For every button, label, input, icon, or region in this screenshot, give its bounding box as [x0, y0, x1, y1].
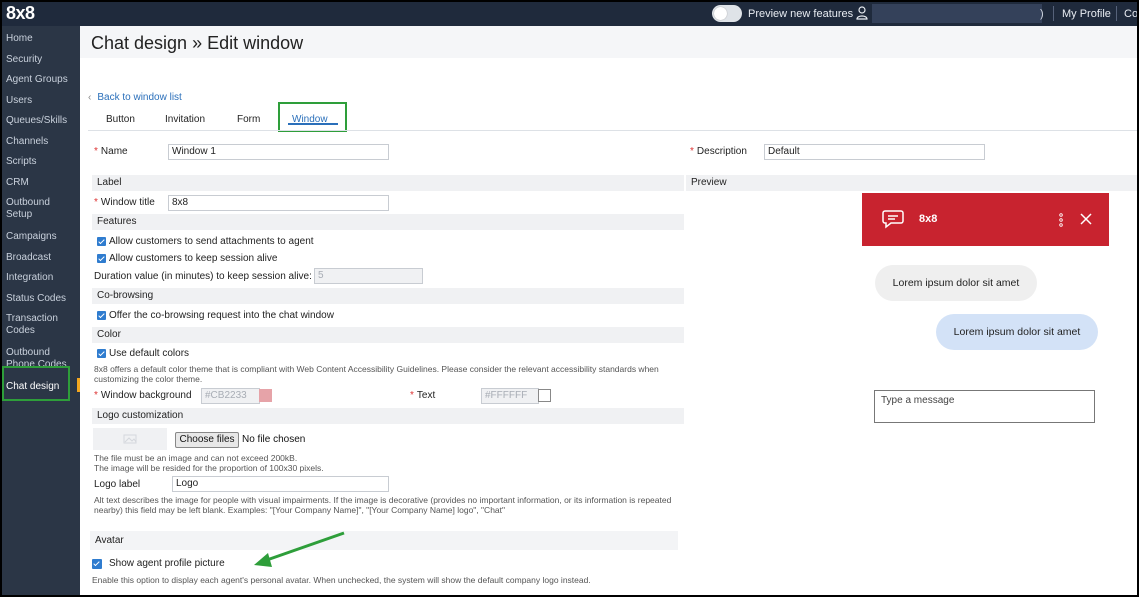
logo-label-input[interactable]: Logo [172, 476, 389, 492]
my-profile-link[interactable]: My Profile [1062, 8, 1111, 20]
annotation-arrow [254, 531, 345, 567]
tab-window[interactable]: Window [278, 102, 347, 132]
cobrowsing-label: Offer the co-browsing request into the c… [109, 310, 334, 321]
preview-section-header: Preview [686, 175, 1137, 191]
features-section-header: Features [92, 214, 684, 230]
window-background-label: * Window background [94, 390, 192, 401]
window-background-input[interactable]: #CB2233 [201, 388, 260, 404]
sidebar-item-security[interactable]: Security [6, 54, 78, 66]
topbar-link-truncated[interactable]: Co [1124, 8, 1137, 20]
duration-input[interactable]: 5 [314, 268, 423, 284]
keep-session-checkbox[interactable] [97, 254, 106, 263]
user-icon[interactable] [856, 6, 868, 20]
label-section-header: Label [92, 175, 684, 191]
sidebar-item-home[interactable]: Home [6, 33, 78, 45]
window-background-swatch[interactable] [259, 389, 272, 402]
page-header: Chat design » Edit window [80, 26, 1137, 58]
chevron-left-icon: ‹ [88, 92, 92, 103]
color-note: 8x8 offers a default color theme that is… [94, 364, 659, 384]
name-input[interactable]: Window 1 [168, 144, 389, 160]
toggle-knob [714, 7, 727, 20]
preview-features-toggle[interactable] [712, 5, 742, 22]
sidebar-item-campaigns[interactable]: Campaigns [6, 231, 78, 243]
chat-bubble-icon [882, 210, 904, 229]
outgoing-message-bubble: Lorem ipsum dolor sit amet [936, 314, 1098, 350]
sidebar-item-outbound-setup[interactable]: Outbound Setup [6, 197, 58, 221]
sidebar-item-integration[interactable]: Integration [6, 272, 78, 284]
show-avatar-label: Show agent profile picture [109, 558, 225, 569]
file-proportion-note: The image will be resided for the propor… [94, 463, 324, 473]
app-logo: 8x8 [6, 3, 35, 23]
tab-form[interactable]: Form [237, 114, 260, 125]
allow-attachments-checkbox[interactable] [97, 237, 106, 246]
message-input[interactable]: Type a message [874, 390, 1095, 423]
main-content: Chat design » Edit window ‹ Back to windo… [80, 26, 1137, 595]
show-avatar-checkbox[interactable] [92, 559, 102, 569]
sidebar-item-status-codes[interactable]: Status Codes [6, 293, 78, 305]
back-to-window-list-link[interactable]: ‹ Back to window list [88, 92, 182, 103]
logo-label-label: Logo label [94, 479, 141, 490]
duration-label: Duration value (in minutes) to keep sess… [94, 271, 312, 282]
alt-text-note: Alt text describes the image for people … [94, 495, 672, 515]
page-title: Chat design » Edit window [91, 33, 304, 53]
no-file-chosen-text: No file chosen [242, 434, 306, 445]
use-default-colors-label: Use default colors [109, 348, 190, 359]
allow-attachments-label: Allow customers to send attachments to a… [109, 236, 314, 247]
close-icon[interactable] [1080, 213, 1092, 225]
sidebar-item-crm[interactable]: CRM [6, 177, 78, 189]
app-window: 8x8 Preview new features ) My Profile Co… [2, 2, 1137, 595]
keep-session-label: Allow customers to keep session alive [109, 253, 278, 264]
use-default-colors-checkbox[interactable] [97, 349, 106, 358]
image-placeholder-icon [123, 434, 137, 444]
top-bar: 8x8 Preview new features ) My Profile Co [2, 2, 1137, 26]
logo-preview-area [93, 428, 167, 450]
highlight-box-chat-design [2, 366, 70, 401]
description-label: * Description [690, 146, 747, 157]
avatar-section-header: Avatar [90, 531, 678, 550]
window-title-input[interactable]: 8x8 [168, 195, 389, 211]
sidebar-item-transaction-codes[interactable]: Transaction Codes [6, 313, 66, 337]
text-color-input[interactable]: #FFFFFF [481, 388, 539, 404]
sidebar-item-channels[interactable]: Channels [6, 136, 78, 148]
sidebar-item-queues-skills[interactable]: Queues/Skills [6, 115, 78, 127]
active-tab-underline [288, 123, 338, 125]
divider [1053, 6, 1054, 21]
sidebar-item-scripts[interactable]: Scripts [6, 156, 78, 168]
text-color-swatch[interactable] [538, 389, 551, 402]
divider [1116, 6, 1117, 21]
description-input[interactable]: Default [764, 144, 985, 160]
tabs-divider [88, 130, 1137, 131]
text-color-label: * Text [410, 390, 436, 401]
cobrowsing-checkbox[interactable] [97, 311, 106, 320]
user-name-field [872, 4, 1042, 23]
chat-window-header: 8x8 [862, 193, 1109, 246]
color-section-header: Color [92, 327, 684, 343]
sidebar-item-users[interactable]: Users [6, 95, 78, 107]
file-size-note: The file must be an image and can not ex… [94, 453, 298, 463]
window-title-label: * Window title [94, 197, 155, 208]
cobrowsing-section-header: Co-browsing [92, 288, 684, 304]
incoming-message-bubble: Lorem ipsum dolor sit amet [875, 265, 1037, 301]
preview-features-label: Preview new features [748, 8, 854, 20]
sidebar: Home Security Agent Groups Users Queues/… [2, 26, 80, 595]
chat-window-title: 8x8 [919, 213, 938, 225]
user-name-suffix: ) [1040, 8, 1044, 20]
choose-files-button[interactable]: Choose files [175, 432, 239, 448]
name-label: * Name [94, 146, 128, 157]
sidebar-item-broadcast[interactable]: Broadcast [6, 252, 78, 264]
more-vertical-icon[interactable] [1059, 213, 1063, 227]
back-link-label: Back to window list [97, 92, 182, 103]
tab-button[interactable]: Button [106, 114, 135, 125]
logo-section-header: Logo customization [92, 408, 684, 424]
sidebar-item-agent-groups[interactable]: Agent Groups [6, 74, 78, 86]
tab-invitation[interactable]: Invitation [165, 114, 205, 125]
